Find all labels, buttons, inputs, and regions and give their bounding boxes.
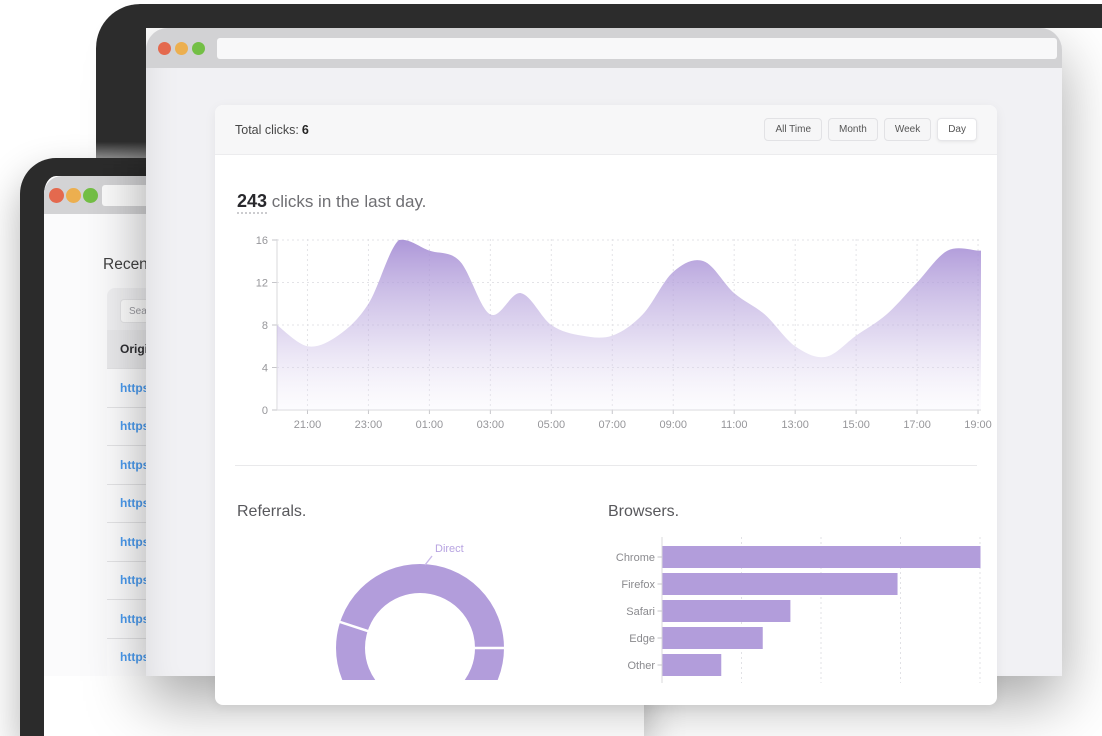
total-clicks-label: Total clicks: [235,123,299,137]
range-button-week[interactable]: Week [884,118,931,141]
svg-text:11:00: 11:00 [721,419,748,431]
address-bar[interactable] [217,38,1057,59]
svg-text:13:00: 13:00 [781,419,809,431]
bar-edge [663,627,763,649]
clicks-area-chart: 0 4 8 12 16 21:00 23:00 01:00 03:00 05:00 07:00 09:… [215,235,997,440]
front-browser-window: Total clicks:6 All Time Month Week Day 243 … [146,28,1062,676]
maximize-button[interactable] [192,42,205,55]
svg-text:05:00: 05:00 [538,419,566,431]
svg-text:09:00: 09:00 [659,419,687,431]
bar-firefox [663,573,898,595]
time-range-buttons: All Time Month Week Day [764,118,977,141]
referrals-donut-chart: Direct [315,530,535,680]
svg-text:01:00: 01:00 [416,419,444,431]
bar-label-other: Other [627,660,655,672]
section-divider [235,465,977,466]
maximize-button[interactable] [83,188,98,203]
svg-text:07:00: 07:00 [599,419,627,431]
svg-text:21:00: 21:00 [294,419,322,431]
donut-slice-label-direct: Direct [435,543,464,555]
range-button-day[interactable]: Day [937,118,977,141]
front-titlebar [146,28,1062,68]
range-button-month[interactable]: Month [828,118,878,141]
analytics-card: Total clicks:6 All Time Month Week Day 243 … [215,105,997,705]
bar-label-firefox: Firefox [621,579,655,591]
total-clicks-value: 6 [302,123,309,137]
browsers-bar-chart: Chrome Firefox Safari Edge Other [600,523,997,683]
svg-text:23:00: 23:00 [355,419,383,431]
svg-text:12: 12 [256,278,268,290]
range-button-all-time[interactable]: All Time [764,118,822,141]
donut-ring [351,579,490,681]
bar-other [663,654,722,676]
bar-label-edge: Edge [629,633,655,645]
stats-bar: Total clicks:6 All Time Month Week Day [215,105,997,155]
svg-text:15:00: 15:00 [842,419,870,431]
referrals-title: Referrals. [237,503,306,521]
minimize-button[interactable] [175,42,188,55]
clicks-headline: 243 clicks in the last day. [237,191,426,212]
svg-text:17:00: 17:00 [903,419,931,431]
close-button[interactable] [49,188,64,203]
bar-chrome [663,546,981,568]
svg-text:8: 8 [262,320,268,332]
recent-links-heading: Recent [103,256,152,274]
browsers-title: Browsers. [608,503,679,521]
close-button[interactable] [158,42,171,55]
svg-text:4: 4 [262,363,268,375]
total-clicks: Total clicks:6 [235,123,764,137]
minimize-button[interactable] [66,188,81,203]
bar-label-safari: Safari [626,606,655,618]
clicks-count: 243 [237,191,267,214]
svg-text:0: 0 [262,405,268,417]
bar-label-chrome: Chrome [616,552,655,564]
bar-safari [663,600,791,622]
svg-text:03:00: 03:00 [477,419,505,431]
clicks-headline-suffix: clicks in the last day. [267,192,426,211]
svg-text:19:00: 19:00 [964,419,992,431]
svg-text:16: 16 [256,235,268,247]
